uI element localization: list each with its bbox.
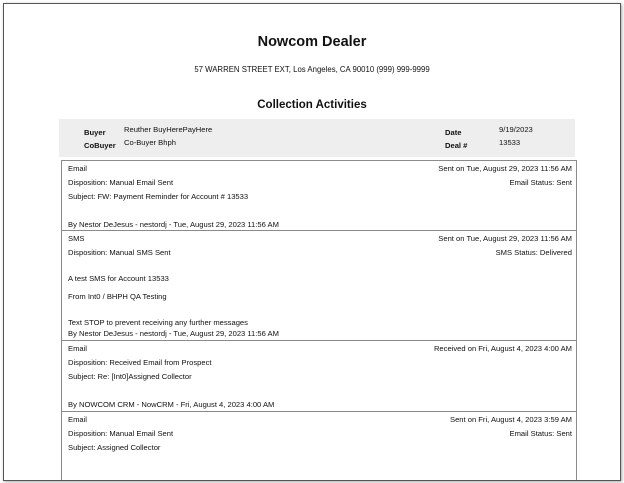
activity-disposition: Disposition: Manual SMS Sent [68, 248, 171, 257]
deal-summary: Buyer Reuther BuyHerePayHere CoBuyer Co-… [59, 119, 575, 157]
deal-value: 13533 [499, 138, 521, 147]
report-title: Collection Activities [257, 99, 367, 111]
activity-type: SMS [68, 234, 85, 243]
activity-status: Email Status: Sent [509, 429, 572, 438]
buyer-value: Reuther BuyHerePayHere [124, 125, 213, 134]
activity-disposition: Disposition: Manual Email Sent [68, 429, 174, 438]
buyer-label: Buyer [84, 128, 106, 137]
activity-time: Sent on Tue, August 29, 2023 11:56 AM [438, 164, 572, 173]
activity-status: Email Status: Sent [509, 178, 572, 187]
activity-record: Email Received on Fri, August 4, 2023 4:… [62, 340, 576, 412]
date-value: 9/19/2023 [499, 125, 533, 134]
sms-body-line: From Int0 / BHPH QA Testing [68, 292, 167, 301]
activity-record: SMS Sent on Tue, August 29, 2023 11:56 A… [62, 230, 576, 341]
activity-subject: Subject: FW: Payment Reminder for Accoun… [68, 192, 249, 201]
company-name: Nowcom Dealer [257, 34, 367, 50]
activity-author: By Nestor DeJesus - nestordj - Tue, Augu… [68, 329, 279, 338]
company-address: 57 WARREN STREET EXT, Los Angeles, CA 90… [194, 65, 430, 74]
activity-type: Email [68, 415, 87, 424]
activity-subject: Subject: Re: [Int0]Assigned Collector [68, 372, 192, 381]
activity-list: Email Sent on Tue, August 29, 2023 11:56… [61, 160, 577, 480]
activity-type: Email [68, 344, 87, 353]
activity-record: Email Sent on Fri, August 4, 2023 3:59 A… [62, 411, 576, 480]
activity-subject: Subject: Assigned Collector [68, 443, 161, 452]
activity-author: By Nestor DeJesus - nestordj - Tue, Augu… [68, 220, 279, 229]
deal-label: Deal # [445, 141, 468, 150]
activity-time: Sent on Tue, August 29, 2023 11:56 AM [438, 234, 572, 243]
activity-author: By NOWCOM CRM - NowCRM - Fri, August 4, … [68, 400, 275, 409]
activity-disposition: Disposition: Received Email from Prospec… [68, 358, 212, 367]
activity-type: Email [68, 164, 87, 173]
sms-body-line: Text STOP to prevent receiving any furth… [68, 318, 248, 327]
date-label: Date [445, 128, 462, 137]
activity-time: Sent on Fri, August 4, 2023 3:59 AM [450, 415, 572, 424]
report-page: Nowcom Dealer 57 WARREN STREET EXT, Los … [3, 3, 621, 481]
activity-status: SMS Status: Delivered [495, 248, 572, 257]
activity-record: Email Sent on Tue, August 29, 2023 11:56… [62, 160, 576, 231]
activity-disposition: Disposition: Manual Email Sent [68, 178, 174, 187]
cobuyer-label: CoBuyer [84, 141, 116, 150]
sms-body-line: A test SMS for Account 13533 [68, 274, 169, 283]
cobuyer-value: Co-Buyer Bhph [124, 138, 176, 147]
activity-time: Received on Fri, August 4, 2023 4:00 AM [433, 344, 572, 353]
